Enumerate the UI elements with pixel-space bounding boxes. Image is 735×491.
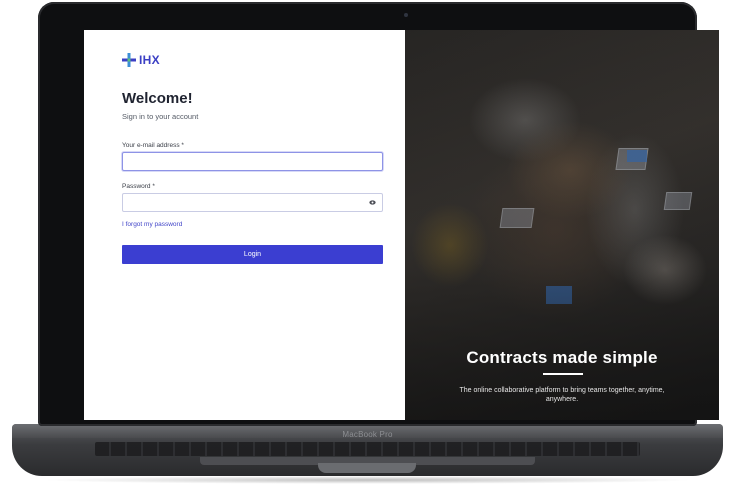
email-field[interactable] [122, 152, 383, 171]
hero-title: Contracts made simple [466, 348, 658, 367]
hero-underline [543, 373, 583, 375]
brand-logo: IHX [122, 52, 367, 68]
logo-text: IHX [139, 53, 160, 67]
laptop-notch [318, 463, 416, 473]
page-title: Welcome! [122, 90, 193, 107]
laptop-keyboard [95, 442, 640, 456]
password-label: Password * [122, 183, 155, 190]
eye-icon[interactable] [369, 199, 376, 206]
hero-description: The online collaborative platform to bri… [459, 387, 665, 403]
laptop-screen: IHX Welcome! Sign in to your account You… [84, 30, 719, 420]
plus-cross-icon [122, 53, 136, 67]
device-model-label: MacBook Pro [342, 430, 393, 439]
page-subtitle: Sign in to your account [122, 112, 199, 121]
login-button[interactable]: Login [122, 245, 383, 264]
forgot-password-link[interactable]: I forgot my password [122, 221, 182, 228]
hero-panel: Contracts made simple The online collabo… [405, 30, 719, 420]
laptop-shadow [40, 476, 695, 484]
password-field[interactable] [122, 193, 383, 212]
camera-icon [404, 13, 408, 17]
login-panel: IHX Welcome! Sign in to your account You… [84, 30, 405, 420]
email-label: Your e-mail address * [122, 142, 184, 149]
laptop-lid: IHX Welcome! Sign in to your account You… [38, 2, 719, 426]
